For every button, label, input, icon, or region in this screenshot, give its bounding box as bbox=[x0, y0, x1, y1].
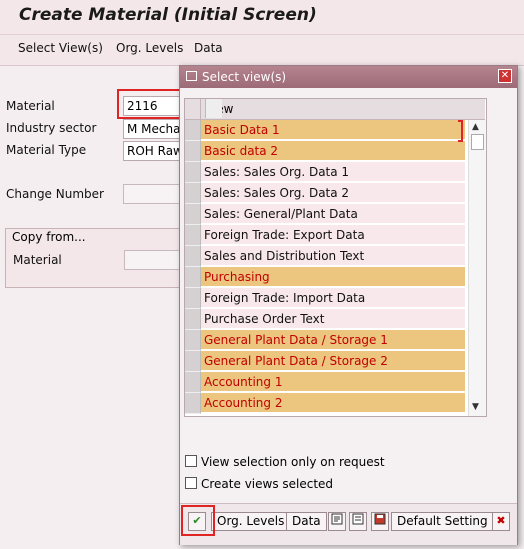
data-button[interactable]: Data bbox=[286, 512, 327, 531]
default-setting-button[interactable]: Default Setting bbox=[391, 512, 494, 531]
view-row[interactable]: General Plant Data / Storage 1 bbox=[185, 330, 465, 351]
view-row[interactable]: Basic Data 1 bbox=[185, 120, 465, 141]
row-selector[interactable] bbox=[185, 246, 201, 267]
dialog-title: Select view(s) bbox=[202, 70, 287, 84]
copy-material-field[interactable] bbox=[124, 250, 181, 270]
row-selector[interactable] bbox=[185, 393, 201, 414]
row-selector[interactable] bbox=[185, 225, 201, 246]
dialog-footer: ✔ Org. Levels Data Default Setting ✖ bbox=[180, 503, 517, 545]
views-table: View Basic Data 1Basic data 2Sales: Sale… bbox=[184, 98, 487, 417]
menu-bar: Select View(s) Org. Levels Data bbox=[0, 35, 524, 66]
title-bar: Create Material (Initial Screen) bbox=[0, 0, 524, 35]
menu-select-views[interactable]: Select View(s) bbox=[18, 41, 103, 55]
row-selector[interactable] bbox=[185, 330, 201, 351]
material-type-field[interactable]: ROH Raw bbox=[123, 141, 180, 161]
scroll-thumb[interactable] bbox=[471, 134, 484, 150]
row-selector[interactable] bbox=[185, 372, 201, 393]
industry-sector-label: Industry sector bbox=[6, 121, 97, 135]
view-row[interactable]: Sales: Sales Org. Data 1 bbox=[185, 162, 465, 183]
dialog-title-bar: Select view(s) ✕ bbox=[180, 66, 517, 88]
row-selector[interactable] bbox=[185, 309, 201, 330]
row-selector[interactable] bbox=[185, 267, 201, 288]
view-label: Purchase Order Text bbox=[201, 309, 465, 329]
view-row[interactable]: Purchase Order Text bbox=[185, 309, 465, 330]
view-label: General Plant Data / Storage 2 bbox=[201, 351, 465, 371]
save-defaults-icon[interactable] bbox=[328, 512, 346, 531]
load-defaults-icon[interactable] bbox=[349, 512, 367, 531]
option-view-on-request-label: View selection only on request bbox=[201, 455, 385, 469]
view-label: Basic Data 1 bbox=[201, 120, 465, 140]
column-settings-button[interactable] bbox=[205, 99, 222, 118]
view-row[interactable]: Sales: General/Plant Data bbox=[185, 204, 465, 225]
view-label: General Plant Data / Storage 1 bbox=[201, 330, 465, 350]
table-header: View bbox=[185, 99, 485, 120]
copy-material-label: Material bbox=[13, 253, 62, 267]
view-row[interactable]: Foreign Trade: Import Data bbox=[185, 288, 465, 309]
option-create-selected-label: Create views selected bbox=[201, 477, 334, 491]
row-selector[interactable] bbox=[185, 351, 201, 372]
window-icon bbox=[186, 71, 197, 81]
menu-org-levels[interactable]: Org. Levels bbox=[116, 41, 183, 55]
view-row[interactable]: Foreign Trade: Export Data bbox=[185, 225, 465, 246]
view-label: Sales and Distribution Text bbox=[201, 246, 465, 266]
close-icon[interactable]: ✕ bbox=[498, 69, 512, 83]
select-views-dialog: Select view(s) ✕ View Basic Data 1Basic … bbox=[179, 65, 518, 545]
scroll-up-icon[interactable]: ▲ bbox=[472, 122, 479, 132]
row-selector[interactable] bbox=[185, 288, 201, 309]
org-levels-button[interactable]: Org. Levels bbox=[211, 512, 291, 531]
disk-icon[interactable] bbox=[371, 512, 389, 531]
row-selector[interactable] bbox=[185, 204, 201, 225]
selection-marker bbox=[458, 120, 463, 142]
row-selector[interactable] bbox=[185, 120, 201, 141]
option-create-selected[interactable]: Create views selected bbox=[185, 477, 333, 491]
material-label: Material bbox=[6, 99, 55, 113]
view-label: Sales: Sales Org. Data 2 bbox=[201, 183, 465, 203]
row-selector[interactable] bbox=[185, 162, 201, 183]
vertical-scrollbar[interactable]: ▲ ▼ bbox=[468, 120, 486, 416]
view-label: Basic data 2 bbox=[201, 141, 465, 161]
view-row[interactable]: Sales: Sales Org. Data 2 bbox=[185, 183, 465, 204]
row-selector[interactable] bbox=[185, 141, 201, 162]
view-row[interactable]: Basic data 2 bbox=[185, 141, 465, 162]
material-type-label: Material Type bbox=[6, 143, 87, 157]
ok-check-icon[interactable]: ✔ bbox=[188, 512, 206, 531]
material-field[interactable]: 2116 bbox=[123, 96, 183, 116]
view-label: Accounting 2 bbox=[201, 393, 465, 413]
view-row[interactable]: Purchasing bbox=[185, 267, 465, 288]
view-label: Purchasing bbox=[201, 267, 465, 287]
view-row[interactable]: Accounting 1 bbox=[185, 372, 465, 393]
copy-from-title: Copy from... bbox=[12, 230, 86, 244]
view-row[interactable]: General Plant Data / Storage 2 bbox=[185, 351, 465, 372]
cancel-icon[interactable]: ✖ bbox=[492, 512, 510, 531]
menu-data[interactable]: Data bbox=[194, 41, 223, 55]
checkbox-create-selected[interactable] bbox=[185, 477, 197, 489]
row-selector[interactable] bbox=[185, 183, 201, 204]
change-number-label: Change Number bbox=[6, 187, 104, 201]
view-row[interactable]: Accounting 2 bbox=[185, 393, 465, 414]
checkbox-view-on-request[interactable] bbox=[185, 455, 197, 467]
scroll-down-icon[interactable]: ▼ bbox=[472, 402, 479, 412]
change-number-field[interactable] bbox=[123, 184, 180, 204]
industry-sector-field[interactable]: M Mechan bbox=[123, 119, 180, 139]
view-label: Foreign Trade: Import Data bbox=[201, 288, 465, 308]
copy-from-group: Copy from... Material bbox=[5, 228, 197, 288]
view-label: Sales: Sales Org. Data 1 bbox=[201, 162, 465, 182]
window-title: Create Material (Initial Screen) bbox=[19, 5, 317, 25]
view-label: Foreign Trade: Export Data bbox=[201, 225, 465, 245]
select-all-cell[interactable] bbox=[185, 99, 201, 119]
view-label: Accounting 1 bbox=[201, 372, 465, 392]
option-view-on-request[interactable]: View selection only on request bbox=[185, 455, 385, 469]
view-row[interactable]: Sales and Distribution Text bbox=[185, 246, 465, 267]
view-label: Sales: General/Plant Data bbox=[201, 204, 465, 224]
